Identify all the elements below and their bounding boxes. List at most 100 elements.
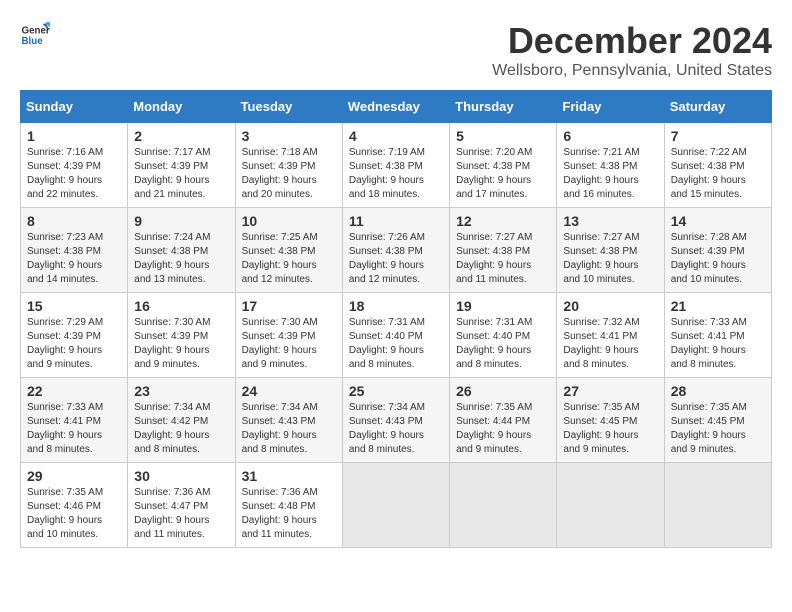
day-info: Sunrise: 7:26 AMSunset: 4:38 PMDaylight:…	[349, 232, 425, 285]
logo-icon: General Blue	[20, 20, 50, 50]
day-info: Sunrise: 7:33 AMSunset: 4:41 PMDaylight:…	[27, 402, 103, 455]
col-sunday: Sunday	[21, 91, 128, 123]
table-row: 7 Sunrise: 7:22 AMSunset: 4:38 PMDayligh…	[664, 123, 771, 208]
day-info: Sunrise: 7:36 AMSunset: 4:48 PMDaylight:…	[242, 487, 318, 540]
col-friday: Friday	[557, 91, 664, 123]
day-info: Sunrise: 7:18 AMSunset: 4:39 PMDaylight:…	[242, 147, 318, 200]
day-info: Sunrise: 7:35 AMSunset: 4:44 PMDaylight:…	[456, 402, 532, 455]
table-row	[664, 463, 771, 548]
table-row: 25 Sunrise: 7:34 AMSunset: 4:43 PMDaylig…	[342, 378, 449, 463]
table-row	[557, 463, 664, 548]
day-info: Sunrise: 7:16 AMSunset: 4:39 PMDaylight:…	[27, 147, 103, 200]
day-number: 14	[671, 213, 765, 229]
day-number: 9	[134, 213, 228, 229]
day-info: Sunrise: 7:35 AMSunset: 4:45 PMDaylight:…	[563, 402, 639, 455]
table-row: 29 Sunrise: 7:35 AMSunset: 4:46 PMDaylig…	[21, 463, 128, 548]
table-row: 13 Sunrise: 7:27 AMSunset: 4:38 PMDaylig…	[557, 208, 664, 293]
table-row: 30 Sunrise: 7:36 AMSunset: 4:47 PMDaylig…	[128, 463, 235, 548]
day-number: 7	[671, 128, 765, 144]
day-number: 4	[349, 128, 443, 144]
table-row: 16 Sunrise: 7:30 AMSunset: 4:39 PMDaylig…	[128, 293, 235, 378]
day-number: 8	[27, 213, 121, 229]
day-number: 16	[134, 298, 228, 314]
col-wednesday: Wednesday	[342, 91, 449, 123]
day-info: Sunrise: 7:30 AMSunset: 4:39 PMDaylight:…	[242, 317, 318, 370]
day-info: Sunrise: 7:27 AMSunset: 4:38 PMDaylight:…	[456, 232, 532, 285]
day-number: 30	[134, 468, 228, 484]
table-row: 14 Sunrise: 7:28 AMSunset: 4:39 PMDaylig…	[664, 208, 771, 293]
day-info: Sunrise: 7:21 AMSunset: 4:38 PMDaylight:…	[563, 147, 639, 200]
table-row: 31 Sunrise: 7:36 AMSunset: 4:48 PMDaylig…	[235, 463, 342, 548]
day-number: 18	[349, 298, 443, 314]
table-row: 2 Sunrise: 7:17 AMSunset: 4:39 PMDayligh…	[128, 123, 235, 208]
col-monday: Monday	[128, 91, 235, 123]
day-number: 17	[242, 298, 336, 314]
day-info: Sunrise: 7:34 AMSunset: 4:43 PMDaylight:…	[242, 402, 318, 455]
day-info: Sunrise: 7:35 AMSunset: 4:46 PMDaylight:…	[27, 487, 103, 540]
day-info: Sunrise: 7:20 AMSunset: 4:38 PMDaylight:…	[456, 147, 532, 200]
col-saturday: Saturday	[664, 91, 771, 123]
table-row: 24 Sunrise: 7:34 AMSunset: 4:43 PMDaylig…	[235, 378, 342, 463]
table-row: 12 Sunrise: 7:27 AMSunset: 4:38 PMDaylig…	[450, 208, 557, 293]
page-header: General Blue December 2024 Wellsboro, Pe…	[20, 20, 772, 80]
table-row: 15 Sunrise: 7:29 AMSunset: 4:39 PMDaylig…	[21, 293, 128, 378]
location-subtitle: Wellsboro, Pennsylvania, United States	[492, 62, 772, 80]
table-row	[450, 463, 557, 548]
col-thursday: Thursday	[450, 91, 557, 123]
table-row: 20 Sunrise: 7:32 AMSunset: 4:41 PMDaylig…	[557, 293, 664, 378]
day-number: 19	[456, 298, 550, 314]
day-number: 15	[27, 298, 121, 314]
day-number: 13	[563, 213, 657, 229]
day-number: 28	[671, 383, 765, 399]
day-number: 20	[563, 298, 657, 314]
day-number: 24	[242, 383, 336, 399]
day-info: Sunrise: 7:22 AMSunset: 4:38 PMDaylight:…	[671, 147, 747, 200]
calendar-header-row: Sunday Monday Tuesday Wednesday Thursday…	[21, 91, 772, 123]
table-row: 21 Sunrise: 7:33 AMSunset: 4:41 PMDaylig…	[664, 293, 771, 378]
day-number: 26	[456, 383, 550, 399]
day-number: 27	[563, 383, 657, 399]
table-row: 1 Sunrise: 7:16 AMSunset: 4:39 PMDayligh…	[21, 123, 128, 208]
day-info: Sunrise: 7:24 AMSunset: 4:38 PMDaylight:…	[134, 232, 210, 285]
table-row: 9 Sunrise: 7:24 AMSunset: 4:38 PMDayligh…	[128, 208, 235, 293]
day-info: Sunrise: 7:31 AMSunset: 4:40 PMDaylight:…	[456, 317, 532, 370]
title-area: December 2024 Wellsboro, Pennsylvania, U…	[492, 20, 772, 80]
day-number: 2	[134, 128, 228, 144]
day-info: Sunrise: 7:33 AMSunset: 4:41 PMDaylight:…	[671, 317, 747, 370]
day-number: 6	[563, 128, 657, 144]
day-info: Sunrise: 7:32 AMSunset: 4:41 PMDaylight:…	[563, 317, 639, 370]
day-info: Sunrise: 7:30 AMSunset: 4:39 PMDaylight:…	[134, 317, 210, 370]
day-info: Sunrise: 7:27 AMSunset: 4:38 PMDaylight:…	[563, 232, 639, 285]
day-info: Sunrise: 7:19 AMSunset: 4:38 PMDaylight:…	[349, 147, 425, 200]
table-row: 8 Sunrise: 7:23 AMSunset: 4:38 PMDayligh…	[21, 208, 128, 293]
day-number: 3	[242, 128, 336, 144]
day-number: 12	[456, 213, 550, 229]
day-info: Sunrise: 7:23 AMSunset: 4:38 PMDaylight:…	[27, 232, 103, 285]
table-row: 5 Sunrise: 7:20 AMSunset: 4:38 PMDayligh…	[450, 123, 557, 208]
day-info: Sunrise: 7:34 AMSunset: 4:42 PMDaylight:…	[134, 402, 210, 455]
table-row: 11 Sunrise: 7:26 AMSunset: 4:38 PMDaylig…	[342, 208, 449, 293]
month-year-title: December 2024	[492, 20, 772, 62]
calendar-table: Sunday Monday Tuesday Wednesday Thursday…	[20, 90, 772, 548]
table-row	[342, 463, 449, 548]
day-info: Sunrise: 7:35 AMSunset: 4:45 PMDaylight:…	[671, 402, 747, 455]
svg-text:General: General	[22, 26, 51, 37]
table-row: 28 Sunrise: 7:35 AMSunset: 4:45 PMDaylig…	[664, 378, 771, 463]
day-number: 10	[242, 213, 336, 229]
day-info: Sunrise: 7:36 AMSunset: 4:47 PMDaylight:…	[134, 487, 210, 540]
day-number: 1	[27, 128, 121, 144]
day-info: Sunrise: 7:31 AMSunset: 4:40 PMDaylight:…	[349, 317, 425, 370]
table-row: 27 Sunrise: 7:35 AMSunset: 4:45 PMDaylig…	[557, 378, 664, 463]
day-number: 22	[27, 383, 121, 399]
table-row: 22 Sunrise: 7:33 AMSunset: 4:41 PMDaylig…	[21, 378, 128, 463]
day-number: 23	[134, 383, 228, 399]
day-info: Sunrise: 7:25 AMSunset: 4:38 PMDaylight:…	[242, 232, 318, 285]
day-info: Sunrise: 7:28 AMSunset: 4:39 PMDaylight:…	[671, 232, 747, 285]
table-row: 6 Sunrise: 7:21 AMSunset: 4:38 PMDayligh…	[557, 123, 664, 208]
table-row: 18 Sunrise: 7:31 AMSunset: 4:40 PMDaylig…	[342, 293, 449, 378]
day-info: Sunrise: 7:34 AMSunset: 4:43 PMDaylight:…	[349, 402, 425, 455]
table-row: 3 Sunrise: 7:18 AMSunset: 4:39 PMDayligh…	[235, 123, 342, 208]
day-number: 21	[671, 298, 765, 314]
col-tuesday: Tuesday	[235, 91, 342, 123]
logo: General Blue	[20, 20, 50, 50]
